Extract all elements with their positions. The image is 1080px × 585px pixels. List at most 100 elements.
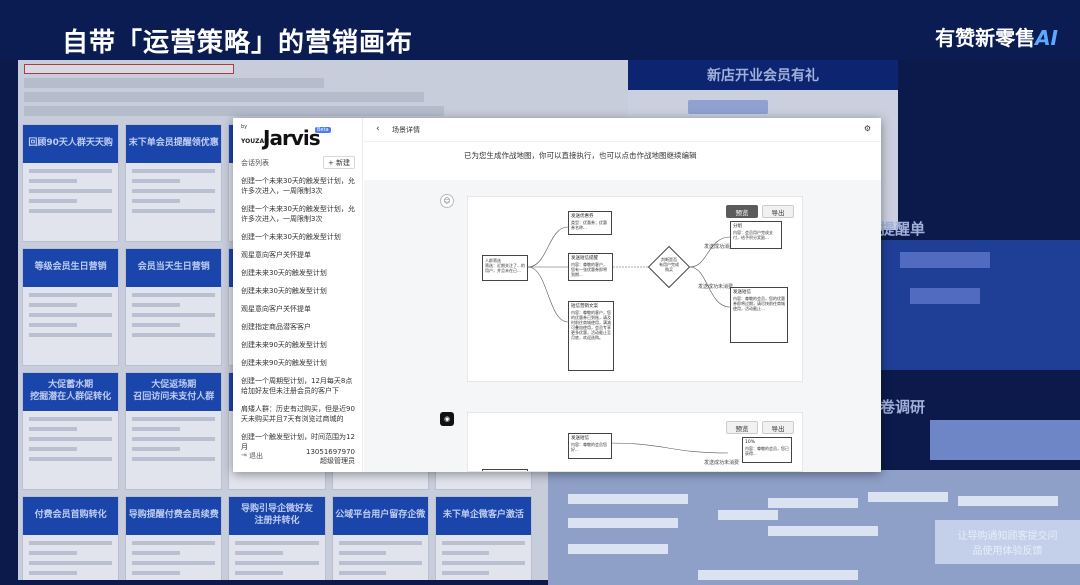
session-item[interactable]: 创建未来90天的触发型计划 xyxy=(241,358,357,368)
brand-logo: 有赞新零售AI xyxy=(935,22,1058,51)
placeholder-line xyxy=(132,313,216,317)
flow-node-body: 内容：尊敬的会员您好... xyxy=(571,442,607,452)
new-session-button[interactable]: + 新建 xyxy=(323,156,355,169)
strategy-card-banner: 末下单会员提醒领优惠 xyxy=(126,125,222,163)
filter-bar xyxy=(24,64,234,74)
session-item[interactable]: 创建未来30天的触发型计划 xyxy=(241,268,357,278)
placeholder-line xyxy=(132,437,216,441)
placeholder-line xyxy=(29,417,113,421)
placeholder-line xyxy=(29,209,113,213)
flow-node-title: 发送短信提醒 xyxy=(571,256,598,261)
placeholder-line xyxy=(132,293,216,297)
strategy-card-banner: 付费会员首购转化 xyxy=(23,497,119,535)
battle-map-card[interactable]: 预览 导出 人群筛选 筛选：近期关注了...的用户，并且未在已... 发送优惠券… xyxy=(467,196,803,382)
placeholder-line xyxy=(132,169,216,173)
export-button[interactable]: 导出 xyxy=(762,205,794,218)
strategy-card-banner: 导购引导企微好友 注册并转化 xyxy=(229,497,325,535)
brand-text: 有赞新零售 xyxy=(935,26,1036,50)
placeholder-line xyxy=(235,551,283,555)
topbar: ‹ 场景详情 ⚙ xyxy=(364,118,881,142)
session-item[interactable]: 创建未来90天的触发型计划 xyxy=(241,340,357,350)
back-arrow-icon[interactable]: ‹ xyxy=(376,124,380,134)
battle-map-card-2[interactable]: 预览 导出 发送短信 内容：尊敬的会员您好... 10% 内容：尊敬的会员，您已… xyxy=(467,412,803,472)
flow-node-title: 短信营销文案 xyxy=(571,304,598,309)
flow-node-start[interactable] xyxy=(482,469,528,471)
session-item[interactable]: 观星意向客户关怀提单 xyxy=(241,250,357,260)
placeholder-line xyxy=(29,313,113,317)
flow-node-send-sms[interactable]: 发送短信 内容：尊敬的会员您好... xyxy=(568,433,612,459)
placeholder-line xyxy=(132,457,216,461)
placeholder-line xyxy=(29,179,77,183)
preview-button[interactable]: 预览 xyxy=(726,421,758,434)
strategy-card-banner: 等级会员生日营销 xyxy=(23,249,119,287)
edge-label-no: 发送成功未消费 xyxy=(698,284,734,290)
flow-node-body: 类型：优惠券；优惠券名称... xyxy=(571,220,607,230)
strategy-card-banner: 会员当天生日营销 xyxy=(126,249,222,287)
placeholder-line xyxy=(235,561,319,565)
session-list-header: 会话列表 + 新建 xyxy=(241,156,355,170)
background-label-reminder: 提醒单 xyxy=(880,220,926,238)
background-label-new-store: 新店开业会员有礼 xyxy=(628,60,898,90)
filter-row xyxy=(24,92,424,102)
logo-name: Jarvis xyxy=(263,126,321,150)
placeholder-line xyxy=(441,541,525,545)
strategy-card-banner: 大促返场期 召回访问未支付人群 xyxy=(126,373,222,411)
gear-icon[interactable]: ⚙ xyxy=(864,124,871,133)
placeholder-line xyxy=(441,561,525,565)
edge-label: 发送成功未消费 xyxy=(704,460,740,466)
placeholder-line xyxy=(29,199,77,203)
flow-node-title: 10% xyxy=(745,440,756,445)
strategy-card: 大促蓄水期 挖掘潜在人群促转化 xyxy=(22,372,120,490)
flow-node-sms-copy[interactable]: 短信营销文案 内容：尊敬的客户，您的优惠券已到账，请及时前往商城使用，满减可叠加… xyxy=(568,301,614,371)
session-item[interactable]: 肩矮人群：历史有过购买，但是近90天未购买并且7天有浏览过商城的全... xyxy=(241,404,357,424)
placeholder-line xyxy=(132,541,216,545)
preview-button[interactable]: 预览 xyxy=(726,205,758,218)
flow-node-sms-reminder[interactable]: 发送短信提醒 内容：尊敬的客户，您有一张优惠券即将到期... xyxy=(568,253,613,281)
export-button[interactable]: 导出 xyxy=(762,421,794,434)
flow-node-group[interactable]: 分组 内容：会员用户完成支付，给予积分奖励... xyxy=(730,221,782,249)
session-item[interactable]: 创建一个未来30天的触发型计划 xyxy=(241,232,357,242)
flow-node-title: 发送短信 xyxy=(733,290,751,295)
strategy-card: 大促返场期 召回访问未支付人群 xyxy=(125,372,223,490)
placeholder-line xyxy=(132,417,216,421)
account-info[interactable]: 13051697970 超级管理员 xyxy=(306,448,355,466)
flow-node-coupon[interactable]: 发送优惠券 类型：优惠券；优惠券名称... xyxy=(568,211,612,235)
placeholder-line xyxy=(338,571,387,575)
strategy-card: 公域平台用户留存企微 xyxy=(331,496,429,580)
slide-title: 自带「运营策略」的营销画布 xyxy=(62,28,414,58)
strategy-card-banner: 导购提醒付费会员续费 xyxy=(126,497,222,535)
flow-node-send-sms[interactable]: 发送短信 内容：尊敬的会员，您的优惠券即将过期，请尽快前往商城使用，活动截止..… xyxy=(730,287,788,343)
placeholder-line xyxy=(235,541,319,545)
flow-node-title: 发送短信 xyxy=(571,436,589,441)
jarvis-logo: by YOUZAN Jarvis Beta xyxy=(241,124,351,150)
beta-badge: Beta xyxy=(315,127,331,133)
background-mindmap-card xyxy=(930,420,1080,460)
flow-node-title: 分组 xyxy=(733,224,742,229)
strategy-card: 导购提醒付费会员续费 xyxy=(125,496,223,580)
placeholder-line xyxy=(338,541,422,545)
strategy-card: 导购引导企微好友 注册并转化 xyxy=(228,496,326,580)
placeholder-line xyxy=(235,571,283,575)
session-item[interactable]: 创建指定商品潜客客户 xyxy=(241,322,357,332)
placeholder-line xyxy=(132,209,216,213)
placeholder-line xyxy=(29,447,77,451)
session-item[interactable]: 创建一个未来30天的触发型计划，允许多次进入，一周限制3次 xyxy=(241,176,357,196)
logout-label[interactable]: 退出 xyxy=(249,451,263,461)
placeholder-line xyxy=(132,189,216,193)
session-item[interactable]: 创建一个未来30天的触发型计划，允许多次进入，一周限制3次 xyxy=(241,204,357,224)
background-feedback-card: 让导购通知顾客提交问 品使用体验反馈 xyxy=(935,520,1080,564)
account-phone: 13051697970 xyxy=(306,448,355,456)
placeholder-line xyxy=(132,427,180,431)
strategy-card: 付费会员首购转化 xyxy=(22,496,120,580)
session-item[interactable]: 观星意向客户关怀提单 xyxy=(241,304,357,314)
session-list-label: 会话列表 xyxy=(241,159,269,167)
session-item[interactable]: 创建一个周期型计划，12月每天8点给加好友但未注册会员的客户下发”注... xyxy=(241,376,357,396)
flow-node-percent[interactable]: 10% 内容：尊敬的会员，您已获得... xyxy=(742,437,792,463)
placeholder-line xyxy=(441,551,490,555)
session-item[interactable]: 创建未来30天的触发型计划 xyxy=(241,286,357,296)
user-avatar-icon: ☺ xyxy=(440,194,454,208)
placeholder-line xyxy=(29,333,113,337)
main-panel: ‹ 场景详情 ⚙ 已为您生成作战地图，你可以直接执行，也可以点击作战地图继续编辑… xyxy=(364,118,881,472)
flow-node-start[interactable]: 人群筛选 筛选：近期关注了...的用户，并且未在已... xyxy=(482,255,528,281)
logout-icon[interactable]: ⇥ xyxy=(241,451,247,459)
